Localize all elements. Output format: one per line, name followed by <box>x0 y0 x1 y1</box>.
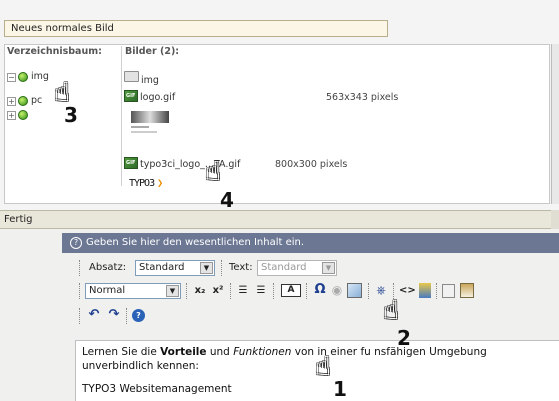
file-name[interactable]: logo.gif <box>140 92 175 103</box>
status-bar: Fertig <box>0 210 551 229</box>
files-header: Bilder (2): <box>125 46 180 57</box>
toolbar-row-history: ↶ ↷ ? <box>79 306 159 326</box>
tree-label[interactable]: pc <box>31 95 42 106</box>
popup-title: Neues normales Bild <box>4 20 388 37</box>
gif-file-icon: GIF <box>124 157 138 169</box>
html-source-button[interactable]: <> <box>399 283 416 299</box>
redo-icon[interactable]: ↷ <box>107 307 121 323</box>
globe-icon <box>18 72 28 82</box>
style-select[interactable]: Normal ▼ <box>85 283 181 299</box>
typo3-logo-text: TYPO3 <box>129 178 155 189</box>
content-italic-text: Funktionen <box>233 346 292 358</box>
file-dimensions: 563x343 pixels <box>326 92 399 103</box>
text-style-select[interactable]: Standard ▼ <box>257 260 337 276</box>
about-icon[interactable]: ? <box>132 309 145 322</box>
toolbar-separator <box>436 283 437 299</box>
file-name[interactable]: img <box>141 75 159 86</box>
hand-cursor-icon: ☝ <box>205 157 221 187</box>
image-browser-popup: Neues normales Bild Verzeichnisbaum: Bil… <box>0 0 559 228</box>
gif-file-icon: GIF <box>124 90 138 102</box>
toolbar-separator <box>221 260 222 276</box>
logo-thumbnail[interactable] <box>129 111 173 141</box>
file-name[interactable]: typo3ci_logo_...TA.gif <box>140 159 240 170</box>
text-style-select-value: Standard <box>261 262 307 273</box>
vertical-scrollbar[interactable] <box>551 44 559 204</box>
help-text: Geben Sie hier den wesentlichen Inhalt e… <box>86 237 305 248</box>
tree-label[interactable]: img <box>31 71 49 82</box>
typo3-logo-mark-icon: ❯ <box>157 178 163 189</box>
help-icon[interactable]: ? <box>70 237 82 249</box>
toolbar-separator <box>273 283 274 299</box>
globe-icon <box>18 110 28 120</box>
content-line-3: TYPO3 Websitemanagement <box>82 383 232 395</box>
chevron-down-icon: ▼ <box>200 262 213 274</box>
chevron-down-icon: ▼ <box>322 262 335 274</box>
toolbar-row-block: Absatz: Standard ▼ Text: Standard ▼ <box>79 258 539 278</box>
file-row-logo[interactable]: GIF logo.gif 563x343 pixels <box>124 90 454 104</box>
text-style-label: Text: <box>229 262 253 273</box>
paragraph-select[interactable]: Standard ▼ <box>135 260 215 276</box>
content-text: Lernen Sie die <box>82 346 161 358</box>
collapse-icon[interactable]: − <box>7 73 16 82</box>
spellcheck-icon[interactable] <box>419 283 431 298</box>
content-bold-text: Vorteile <box>160 346 207 358</box>
column-divider <box>121 46 122 186</box>
copy-icon[interactable] <box>442 284 455 298</box>
expand-icon[interactable]: + <box>7 111 16 120</box>
expand-icon[interactable]: + <box>7 97 16 106</box>
chevron-down-icon: ▼ <box>166 285 179 297</box>
step-number-3: 3 <box>64 103 78 127</box>
insert-image-button[interactable] <box>347 283 362 298</box>
paste-icon[interactable] <box>460 283 474 298</box>
step-number-2: 2 <box>397 326 411 350</box>
folder-icon <box>124 71 139 82</box>
ordered-list-button[interactable]: ☰ <box>236 283 250 299</box>
toolbar-separator <box>368 283 369 299</box>
browser-panel: Verzeichnisbaum: Bilder (2): − img + pc … <box>4 44 550 204</box>
paragraph-label: Absatz: <box>89 262 127 273</box>
tree-header: Verzeichnisbaum: <box>7 46 102 57</box>
file-row-folder[interactable]: img <box>124 71 204 86</box>
text-box-button[interactable]: A <box>281 284 301 297</box>
toolbar-row-format: Normal ▼ x₂ x² ☰ ☰ A Ω ◉ ⎈ <> <box>79 281 559 301</box>
step-number-4: 4 <box>220 188 234 212</box>
typo3-thumbnail[interactable]: TYPO3 ❯ <box>129 178 169 192</box>
status-bar-resize <box>551 210 559 229</box>
step-number-1: 1 <box>333 377 347 401</box>
content-text: und <box>206 346 234 358</box>
hand-cursor-icon: ☝ <box>383 296 399 326</box>
file-row-typo3[interactable]: GIF typo3ci_logo_...TA.gif 800x300 pixel… <box>124 157 454 171</box>
special-char-button[interactable]: Ω <box>313 282 327 298</box>
paragraph-select-value: Standard <box>139 262 185 273</box>
toolbar-separator <box>79 260 80 276</box>
tree-node-other[interactable]: + <box>7 109 67 122</box>
hand-cursor-icon: ☝ <box>315 352 331 382</box>
link-button[interactable]: ◉ <box>330 282 344 298</box>
toolbar-separator <box>230 283 231 299</box>
toolbar-separator <box>79 283 80 299</box>
subscript-button[interactable]: x₂ <box>193 283 207 299</box>
undo-icon[interactable]: ↶ <box>87 307 101 323</box>
file-dimensions: 800x300 pixels <box>275 159 348 170</box>
unordered-list-button[interactable]: ☰ <box>254 283 268 299</box>
toolbar-separator <box>79 308 80 324</box>
field-help-bar: ? Geben Sie hier den wesentlichen Inhalt… <box>62 233 559 253</box>
superscript-button[interactable]: x² <box>211 283 225 299</box>
globe-icon <box>18 96 28 106</box>
toolbar-separator <box>186 283 187 299</box>
style-select-value: Normal <box>89 285 126 296</box>
toolbar-separator <box>126 308 127 324</box>
toolbar-separator <box>306 283 307 299</box>
